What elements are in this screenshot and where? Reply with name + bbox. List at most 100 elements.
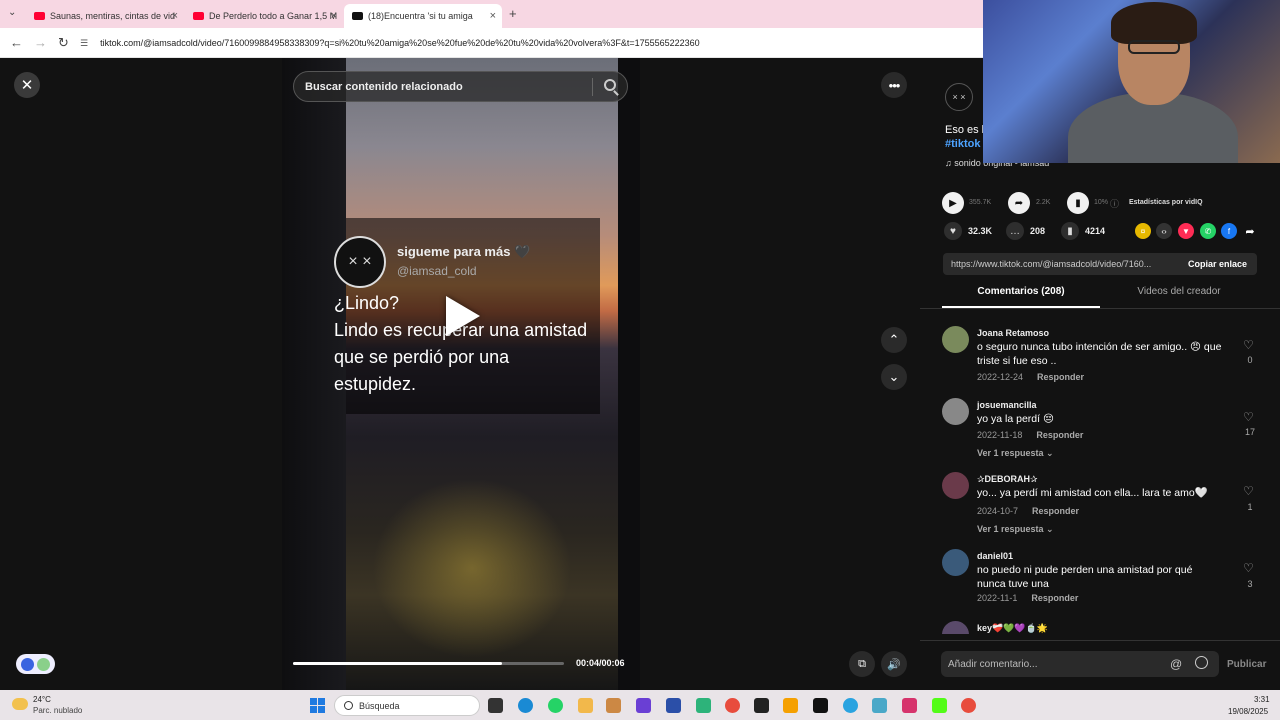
tiktok-icon	[352, 12, 363, 20]
task-view-icon[interactable]	[488, 698, 503, 713]
app-icon[interactable]	[696, 698, 711, 713]
comment-meta: 2022-11-18 Responder	[977, 430, 1083, 440]
copy-link-button[interactable]: Copiar enlace	[1188, 259, 1247, 269]
speaker-icon[interactable]: 🔊	[881, 651, 907, 677]
tab-creator-videos[interactable]: Videos del creador	[1100, 286, 1258, 308]
hashtag-link[interactable]: #tiktok	[945, 138, 980, 150]
tab-list-chevron-icon[interactable]: ⌄	[8, 7, 16, 18]
comment-list: Joana Retamoso o seguro nunca tubo inten…	[920, 316, 1280, 634]
reply-button[interactable]: Responder	[1037, 372, 1084, 382]
engagement-ratio: 10%	[1094, 199, 1109, 206]
tab-1[interactable]: Saunas, mentiras, cintas de vid ×	[26, 4, 184, 28]
share-count: 2.2K	[1036, 199, 1051, 206]
more-options-button[interactable]: •••	[881, 72, 907, 98]
heart-icon[interactable]: ♥	[944, 222, 962, 240]
tab-3-active[interactable]: (18)Encuentra 'si tu amiga ×	[344, 4, 502, 28]
file-explorer-icon[interactable]	[578, 698, 593, 713]
progress-fill	[293, 662, 502, 665]
clock-date: 19/08/2025	[1228, 707, 1269, 716]
comment-user[interactable]: Joana Retamoso	[977, 328, 1049, 338]
info-icon[interactable]: ⓘ	[1110, 197, 1119, 210]
comment-date: 2022-11-18	[977, 430, 1023, 440]
comment-user[interactable]: josuemancilla	[977, 400, 1037, 410]
view-replies-button[interactable]: Ver 1 respuesta ⌄	[977, 448, 1054, 459]
previous-video-button[interactable]: ⌃	[881, 327, 907, 353]
comment-text: yo ya la perdí 😔	[977, 413, 1054, 425]
close-video-button[interactable]: ✕	[14, 72, 40, 98]
reply-button[interactable]: Responder	[1031, 593, 1078, 603]
emoji-icon[interactable]	[1195, 656, 1208, 669]
whatsapp-icon[interactable]: ✆	[1200, 223, 1216, 239]
reply-button[interactable]: Responder	[1032, 506, 1079, 516]
floating-player-icon[interactable]: ⧉	[849, 651, 875, 677]
search-icon[interactable]	[604, 79, 616, 91]
comment-icon[interactable]: …	[1006, 222, 1024, 240]
view-replies-button[interactable]: Ver 1 respuesta ⌄	[977, 524, 1054, 535]
taskbar-search[interactable]: Búsqueda	[334, 695, 480, 716]
app-icon[interactable]	[636, 698, 651, 713]
site-info-icon[interactable]: ☰	[80, 38, 88, 49]
instagram-icon[interactable]	[902, 698, 917, 713]
whatsapp-icon[interactable]	[548, 698, 563, 713]
vidiq-label: Estadísticas por vidIQ	[1129, 199, 1203, 206]
link-url[interactable]: https://www.tiktok.com/@iamsadcold/video…	[951, 259, 1171, 269]
avatar[interactable]	[942, 621, 969, 634]
embed-icon[interactable]: ‹›	[1156, 223, 1172, 239]
avatar[interactable]	[942, 472, 969, 499]
close-tab-icon[interactable]: ×	[331, 10, 337, 22]
mention-icon[interactable]: @	[1170, 657, 1182, 671]
app-icon[interactable]	[606, 698, 621, 713]
avatar[interactable]	[942, 398, 969, 425]
windows-start-icon[interactable]	[310, 698, 325, 713]
avatar[interactable]	[942, 326, 969, 353]
author-avatar[interactable]: × ×	[945, 83, 973, 111]
publish-button[interactable]: Publicar	[1227, 659, 1266, 670]
extension-toggle[interactable]	[16, 654, 55, 674]
avatar[interactable]	[942, 549, 969, 576]
kick-icon[interactable]	[932, 698, 947, 713]
back-arrow-icon[interactable]: ←	[10, 35, 23, 50]
like-heart-icon[interactable]: ♡	[1243, 410, 1254, 424]
comment-text: no puedo ni pude perden una amistad por …	[977, 564, 1193, 590]
like-heart-icon[interactable]: ♡	[1243, 338, 1254, 352]
weather-icon[interactable]	[12, 698, 28, 710]
bookmark-icon[interactable]: ▮	[1061, 222, 1079, 240]
next-video-button[interactable]: ⌄	[881, 364, 907, 390]
clock-time: 3:31	[1254, 695, 1270, 704]
app-icon[interactable]	[872, 698, 887, 713]
forward-arrow-icon[interactable]: →	[34, 35, 47, 50]
webcam-person-hair	[1111, 2, 1197, 44]
share-arrow-icon[interactable]: ➦	[1242, 223, 1258, 239]
related-search-box[interactable]	[293, 71, 628, 102]
related-search-input[interactable]	[305, 80, 585, 93]
facebook-icon[interactable]: f	[1221, 223, 1237, 239]
chrome-icon[interactable]	[961, 698, 976, 713]
send-icon[interactable]: ▼	[1178, 223, 1194, 239]
app-icon[interactable]	[813, 698, 828, 713]
chrome-icon[interactable]	[725, 698, 740, 713]
like-heart-icon[interactable]: ♡	[1243, 561, 1254, 575]
edge-icon[interactable]	[518, 698, 533, 713]
reply-button[interactable]: Responder	[1036, 430, 1083, 440]
comment-user[interactable]: ✰DEBORAH✰	[977, 474, 1038, 485]
close-tab-icon[interactable]: ×	[172, 10, 178, 22]
app-icon[interactable]	[666, 698, 681, 713]
tab-2[interactable]: De Perderlo todo a Ganar 1,5 M ×	[185, 4, 343, 28]
telegram-icon[interactable]	[843, 698, 858, 713]
comment-user[interactable]: key❤️‍🩹💚💜🍵🌟	[977, 623, 1048, 634]
url-text: tiktok.com/@iamsadcold/video/71600998849…	[100, 38, 700, 48]
coin-icon[interactable]: ¤	[1135, 223, 1151, 239]
tab-comments[interactable]: Comentarios (208)	[942, 286, 1100, 308]
reload-icon[interactable]: ↻	[58, 35, 69, 51]
rtve-icon[interactable]	[783, 698, 798, 713]
save-count: 4214	[1085, 226, 1106, 236]
comment-like-count: 17	[1244, 427, 1255, 437]
app-icon[interactable]	[754, 698, 769, 713]
like-heart-icon[interactable]: ♡	[1243, 484, 1254, 498]
play-icon[interactable]	[446, 296, 480, 336]
comment-user[interactable]: daniel01	[977, 551, 1013, 561]
progress-bar[interactable]	[293, 662, 564, 665]
close-tab-icon[interactable]: ×	[490, 10, 496, 22]
new-tab-button[interactable]: +	[509, 6, 517, 21]
url-field[interactable]: ☰ tiktok.com/@iamsadcold/video/716009988…	[80, 32, 980, 54]
